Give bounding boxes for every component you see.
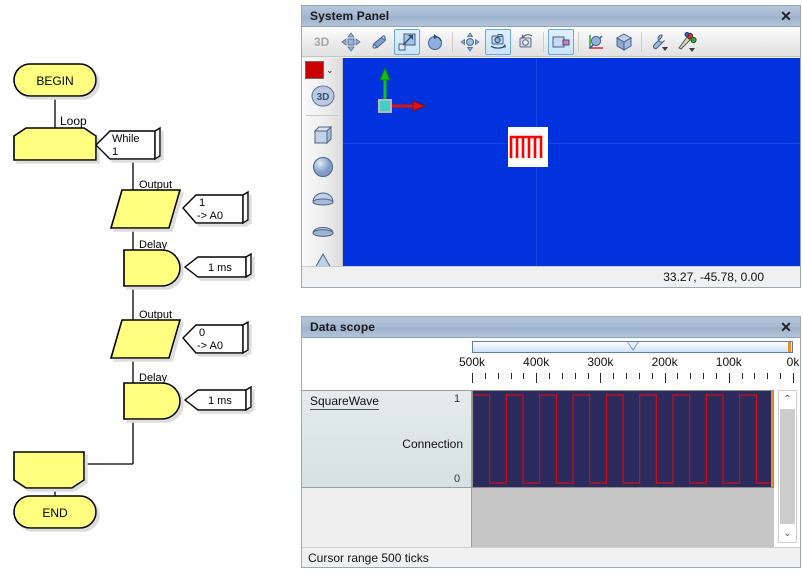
square-wave-texture[interactable] <box>508 127 548 167</box>
disc-shape-icon[interactable] <box>302 215 343 247</box>
toolbar-separator <box>641 31 643 52</box>
system-panel-titlebar[interactable]: System Panel ✕ <box>302 6 800 27</box>
toolbar-separator <box>578 31 580 52</box>
node-loop-start <box>13 127 97 161</box>
box-shape-icon[interactable] <box>302 119 343 151</box>
note-output-2-line2: -> A0 <box>197 340 223 352</box>
node-output-1 <box>109 189 182 229</box>
note-output-2-line1: 0 <box>199 327 205 339</box>
axis-gizmo <box>378 66 427 113</box>
scroll-up-icon[interactable]: ⌃ <box>779 391 796 408</box>
waveform-plot[interactable] <box>472 390 774 488</box>
connection-label: Connection <box>402 437 463 451</box>
close-icon[interactable]: ✕ <box>778 8 794 24</box>
toolbar-separator <box>543 31 545 52</box>
viewport-gridline <box>343 143 800 144</box>
shape-toolbar: ⌄ 3D <box>302 58 343 273</box>
scroll-down-icon[interactable]: ⌄ <box>779 525 796 542</box>
cursor-position-marker[interactable] <box>788 342 791 352</box>
3d-badge-icon[interactable]: 3D <box>302 80 343 112</box>
edge-label-delay-2: Delay <box>139 372 168 384</box>
system-panel-window: System Panel ✕ 3D ⌄ 3D 33.27, -45.78, 0.… <box>301 5 801 288</box>
system-panel-body: ⌄ 3D <box>302 58 800 273</box>
note-while-line2: 1 <box>112 146 118 158</box>
note-delay-2-text: 1 ms <box>208 395 232 407</box>
node-output-2 <box>109 319 182 359</box>
time-tick-label: 100k <box>715 355 742 369</box>
data-scope-statusbar: Cursor range 500 ticks <box>302 547 800 567</box>
data-scope-window: Data scope ✕ 500k 400k 300k 200k 100k 0k Squa… <box>301 316 801 568</box>
resize-icon[interactable] <box>394 28 421 55</box>
scale-stretch-icon[interactable] <box>366 29 392 55</box>
waveform-path <box>473 395 773 483</box>
signal-name-label: SquareWave <box>310 394 379 410</box>
system-panel-title: System Panel <box>310 9 390 23</box>
edge-label-delay-1: Delay <box>139 239 168 251</box>
edge-label-loop: Loop <box>60 114 87 128</box>
vertical-scrollbar[interactable]: ⌃ ⌄ <box>778 390 797 543</box>
time-axis-ticks <box>472 373 794 383</box>
time-tick-label: 0k <box>786 355 800 369</box>
coordinates-readout: 33.27, -45.78, 0.00 <box>663 270 764 284</box>
pan-icon[interactable] <box>457 29 483 55</box>
tools-icon[interactable] <box>674 29 700 55</box>
time-ruler: 500k 400k 300k 200k 100k 0k <box>302 338 800 390</box>
plot-cursor-line <box>771 391 773 487</box>
track-list-empty-area[interactable] <box>302 488 472 547</box>
orbit-camera-icon[interactable] <box>485 28 512 55</box>
color-swatch[interactable] <box>305 61 324 79</box>
note-output-1-line1: 1 <box>199 197 205 209</box>
edge-label-output-1: Output <box>139 179 172 191</box>
plot-empty-area[interactable] <box>472 488 774 547</box>
node-end-label: END <box>42 506 68 520</box>
move-icon[interactable] <box>338 29 364 55</box>
note-output-1-line2: -> A0 <box>197 210 223 222</box>
close-icon[interactable]: ✕ <box>778 319 794 335</box>
data-scope-title: Data scope <box>310 320 376 334</box>
data-scope-body: 500k 400k 300k 200k 100k 0k SquareWave Connec… <box>302 338 800 547</box>
color-picker-row[interactable]: ⌄ <box>302 58 342 80</box>
time-tick-label: 300k <box>587 355 614 369</box>
flowchart-canvas[interactable]: BEGIN Loop While 1 Output 1 -> A0 Delay <box>0 0 300 573</box>
perspective-icon[interactable] <box>548 28 575 55</box>
rotate-icon[interactable] <box>422 29 448 55</box>
rotate-camera-icon[interactable] <box>513 29 539 55</box>
system-panel-toolbar: 3D <box>302 27 800 57</box>
time-tick-label: 200k <box>651 355 678 369</box>
toolbar-mode-label: 3D <box>314 34 330 49</box>
axis-sphere-icon[interactable] <box>583 29 609 55</box>
node-loop-end <box>13 451 85 489</box>
note-delay-1-text: 1 ms <box>208 262 232 274</box>
wrench-icon[interactable] <box>646 29 672 55</box>
time-axis-labels: 500k 400k 300k 200k 100k 0k <box>459 355 799 371</box>
timeline-scrollbar[interactable] <box>472 341 793 353</box>
sphere-shape-icon[interactable] <box>302 151 343 183</box>
cube-icon[interactable] <box>611 29 637 55</box>
time-tick-label: 400k <box>523 355 550 369</box>
node-delay-2 <box>123 382 181 420</box>
note-while-line1: While <box>112 133 140 145</box>
toolbar-divider <box>306 115 338 116</box>
cursor-range-label: Cursor range 500 ticks <box>308 550 429 565</box>
track-header[interactable]: SquareWave Connection <box>302 390 472 488</box>
3d-viewport[interactable] <box>343 58 800 266</box>
node-begin-label: BEGIN <box>36 74 73 88</box>
dome-shape-icon[interactable] <box>302 183 343 215</box>
cursor-marker-inner-icon <box>627 342 638 349</box>
toolbar-separator <box>452 31 454 52</box>
data-scope-titlebar[interactable]: Data scope ✕ <box>302 317 800 338</box>
system-panel-statusbar: 33.27, -45.78, 0.00 <box>302 266 800 287</box>
node-delay-1 <box>123 249 181 287</box>
chevron-down-icon[interactable]: ⌄ <box>326 65 334 75</box>
time-tick-label: 500k <box>458 355 486 369</box>
svg-text:3D: 3D <box>316 92 329 103</box>
edge-label-output-2: Output <box>139 309 172 321</box>
square-wave-trace <box>473 391 773 487</box>
scrollbar-thumb[interactable] <box>780 409 795 524</box>
